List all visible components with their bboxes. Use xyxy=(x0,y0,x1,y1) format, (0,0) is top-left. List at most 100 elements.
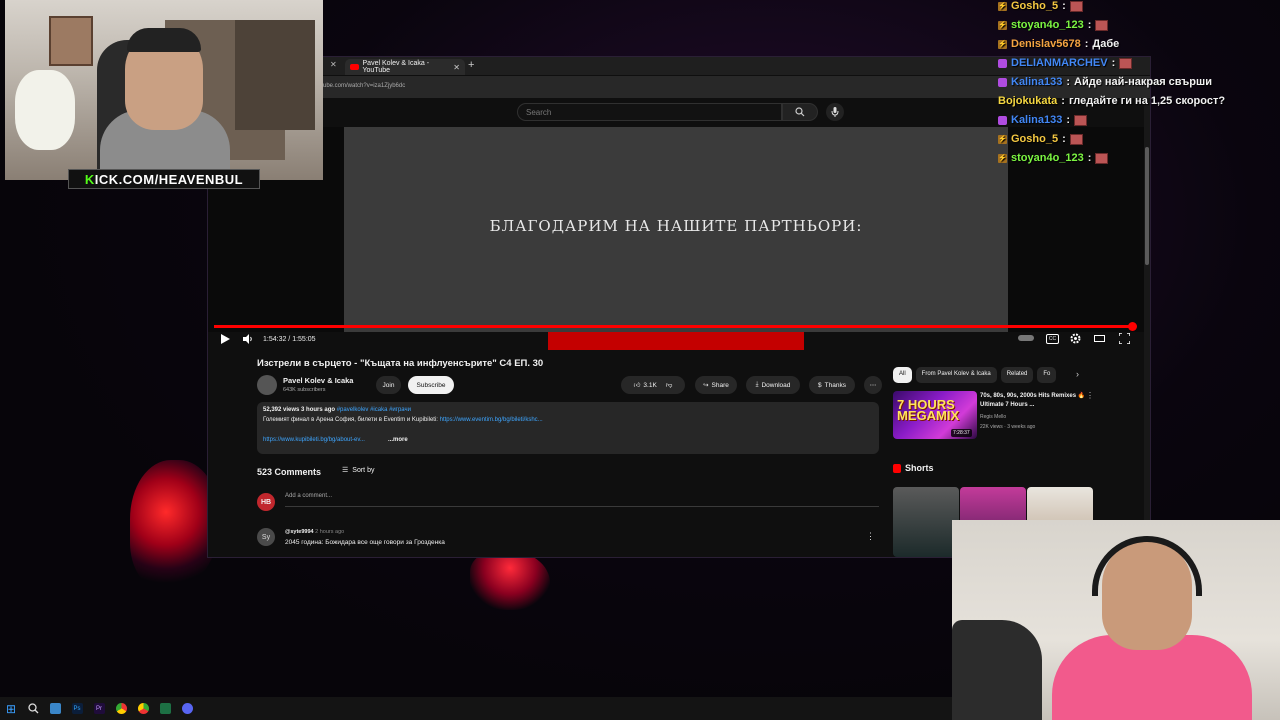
shorts-heading: Shorts xyxy=(893,463,934,473)
recommended-meta: 22K views · 3 weeks ago xyxy=(980,424,1036,430)
description-text: Големият финал в Арена София, билети в E… xyxy=(263,417,543,423)
short-thumbnail[interactable] xyxy=(893,487,959,557)
search-button[interactable] xyxy=(782,103,818,121)
subscriber-badge-icon xyxy=(998,58,1007,68)
share-button[interactable]: ↪ Share xyxy=(695,376,737,394)
play-icon[interactable] xyxy=(221,334,230,344)
webcam-shelf xyxy=(235,20,315,130)
like-dislike-group[interactable]: 👍︎ 3.1K 👎︎ xyxy=(621,376,685,394)
windows-taskbar: ⊞ Ps Pr xyxy=(0,697,952,720)
comment-text: 2045 година: Божидара все още говори за … xyxy=(285,539,445,546)
premiere-icon[interactable]: Pr xyxy=(88,697,110,720)
description-stats: 52,392 views 3 hours ago #pavelkolev #ic… xyxy=(263,407,411,413)
thumbs-down-icon[interactable]: 👎︎ xyxy=(666,381,673,389)
url-text[interactable]: ube.com/watch?v=iza1Zjyb6dc xyxy=(323,83,405,89)
chevron-right-icon[interactable]: › xyxy=(1076,369,1079,379)
voice-search-button[interactable] xyxy=(826,103,844,121)
chat-message: ⚡ Denislav5678: Дабе xyxy=(998,38,1119,50)
chat-separator: : xyxy=(1087,19,1092,31)
photoshop-icon[interactable]: Ps xyxy=(66,697,88,720)
fullscreen-icon[interactable] xyxy=(1119,333,1130,344)
chat-message: DELIANMARCHEV: xyxy=(998,57,1133,69)
recommended-menu-icon[interactable]: ⋮ xyxy=(1086,391,1094,400)
chip-truncated[interactable]: Fo xyxy=(1037,367,1057,383)
channel-avatar[interactable] xyxy=(257,375,277,395)
file-explorer-icon[interactable] xyxy=(44,697,66,720)
recommended-thumbnail[interactable]: 7 HOURS MEGAMIX 7:28:37 xyxy=(893,391,977,439)
comment-input-underline xyxy=(285,506,879,507)
tab-youtube[interactable]: Pavel Kolev & Icaka - YouTube ✕ xyxy=(345,59,465,75)
comment-time: 2 hours ago xyxy=(315,529,345,535)
kupibileti-link[interactable]: https://www.kupibileti.bg/bg/about-ev... xyxy=(263,437,365,443)
search-input[interactable]: Search xyxy=(517,103,782,121)
theater-mode-icon[interactable] xyxy=(1094,335,1105,342)
settings-gear-icon[interactable] xyxy=(1070,333,1081,344)
chip-from-channel[interactable]: From Pavel Kolev & Icaka xyxy=(915,367,997,383)
search-icon[interactable] xyxy=(22,697,44,720)
chat-separator: : xyxy=(1061,95,1065,107)
video-title: Изстрели в сърцето - "Къщата на инфлуенс… xyxy=(257,358,544,369)
chat-emote-icon xyxy=(1095,152,1109,164)
progress-scrubber[interactable] xyxy=(1128,322,1137,331)
windows-start-icon[interactable]: ⊞ xyxy=(0,697,22,720)
tab-title: Pavel Kolev & Icaka - YouTube xyxy=(362,60,430,74)
webcam-headset xyxy=(1092,536,1202,596)
chat-message: ⚡ stoyan4o_123: xyxy=(998,19,1109,31)
download-label: Download xyxy=(761,381,791,389)
progress-bar-fill xyxy=(214,325,1130,328)
thumbs-up-icon[interactable]: 👍︎ xyxy=(634,381,641,389)
chat-username: Denislav5678 xyxy=(1011,38,1081,50)
chat-emote-icon xyxy=(1069,133,1083,145)
chat-separator: : xyxy=(1084,38,1089,50)
search-icon xyxy=(795,107,805,117)
progress-bar[interactable] xyxy=(214,322,1137,331)
show-more-link[interactable]: ...more xyxy=(388,437,408,443)
eventim-link[interactable]: https://www.eventim.bg/bg/bileti/kshc... xyxy=(440,417,543,423)
captions-icon[interactable]: CC xyxy=(1046,334,1059,344)
kick-badge-icon: ⚡ xyxy=(998,134,1007,144)
chrome-icon[interactable] xyxy=(110,697,132,720)
sort-icon: ☰ xyxy=(342,467,349,474)
scrollbar-thumb[interactable] xyxy=(1145,147,1149,265)
recommended-title[interactable]: 70s, 80s, 90s, 2000s Hits Remixes 🔥 Ulti… xyxy=(980,392,1090,410)
volume-icon[interactable] xyxy=(243,334,253,344)
chat-username: DELIANMARCHEV xyxy=(1011,57,1108,69)
join-button[interactable]: Join xyxy=(376,376,401,394)
user-avatar[interactable]: HB xyxy=(257,493,275,511)
description-box[interactable]: 52,392 views 3 hours ago #pavelkolev #ic… xyxy=(257,402,879,454)
subscribe-button[interactable]: Subscribe xyxy=(408,376,454,394)
comment-menu-icon[interactable]: ⋮ xyxy=(866,531,875,542)
download-icon: ⤓ xyxy=(755,381,759,388)
view-stats: 52,392 views 3 hours ago xyxy=(263,407,336,413)
sort-by-button[interactable]: ☰ Sort by xyxy=(342,466,374,475)
recommended-channel[interactable]: Regis Mello xyxy=(980,414,1006,420)
new-tab-icon[interactable]: + xyxy=(468,59,474,71)
chat-emote-icon xyxy=(1119,57,1133,69)
more-actions-icon[interactable]: ⋯ xyxy=(864,376,882,394)
autoplay-toggle[interactable] xyxy=(1018,335,1034,341)
tab-close-icon[interactable]: ✕ xyxy=(453,63,460,72)
hashtags[interactable]: #pavelkolev #icaka #играчи xyxy=(337,407,411,413)
excel-icon[interactable] xyxy=(154,697,176,720)
thumbnail-text: 7 HOURS MEGAMIX xyxy=(897,397,960,423)
chrome-alt-icon[interactable] xyxy=(132,697,154,720)
kick-badge-icon: ⚡ xyxy=(998,39,1007,49)
thanks-icon: $ xyxy=(818,381,822,389)
webcam-plush-toy xyxy=(15,70,75,150)
comment-username[interactable]: @syte9994 xyxy=(285,529,314,535)
chat-username: Bojokukata xyxy=(998,95,1058,107)
thanks-button[interactable]: $ Thanks xyxy=(809,376,855,394)
share-icon: ↪ xyxy=(703,382,709,389)
add-comment-input[interactable]: Add a comment... xyxy=(285,493,332,499)
chip-related[interactable]: Related xyxy=(1000,367,1034,383)
discord-icon[interactable] xyxy=(176,697,198,720)
close-icon[interactable]: ✕ xyxy=(330,60,337,69)
streamer-webcam xyxy=(5,0,323,180)
download-button[interactable]: ⤓ Download xyxy=(746,376,800,394)
channel-name[interactable]: Pavel Kolev & Icaka xyxy=(283,376,353,385)
chat-separator: : xyxy=(1111,57,1116,69)
chip-all[interactable]: All xyxy=(893,367,912,383)
chat-separator: : xyxy=(1066,76,1071,88)
chat-separator: : xyxy=(1062,133,1066,145)
comment-avatar[interactable]: Sy xyxy=(257,528,275,546)
